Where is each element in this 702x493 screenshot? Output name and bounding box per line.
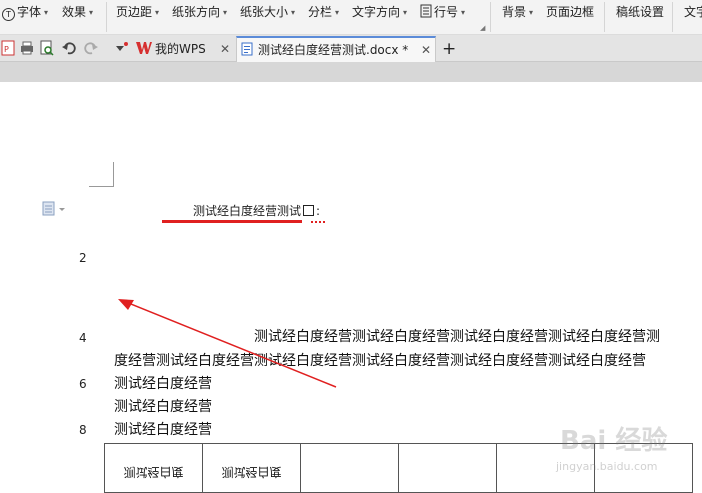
background-button[interactable]: 背景 ▾ [502,3,533,21]
tab-bar: P 我的WPS ✕ 测试经白度经营测试.docx * ✕ + [0,35,702,62]
manuscript-settings-button[interactable]: 稿纸设置 [616,3,664,21]
columns-button[interactable]: 分栏 ▾ [308,3,339,21]
customize-toolbar-icon[interactable] [112,39,130,57]
ribbon-separator [604,2,605,32]
paper-size-button[interactable]: 纸张大小 ▾ [240,3,295,21]
dialog-launcher-icon[interactable]: ◢ [480,24,485,32]
svg-text:P: P [4,45,9,54]
page-border-button[interactable]: 页面边框 [546,3,594,21]
export-pdf-icon[interactable]: P [0,39,18,57]
ribbon: T 字体 ▾ 效果 ▾ 页边距 ▾ 纸张方向 ▾ 纸张大小 ▾ 分栏 ▾ 文字方向 ▾ 行号 ▾ … [0,0,702,35]
print-icon[interactable] [18,39,36,57]
tab-my-wps[interactable]: 我的WPS ✕ [136,37,232,61]
document-icon [241,42,253,56]
print-preview-icon[interactable] [38,39,56,57]
new-tab-button[interactable]: + [442,37,456,61]
close-tab-icon[interactable]: ✕ [220,37,230,61]
undo-icon[interactable] [60,39,78,57]
font-icon: T [2,8,15,21]
ribbon-separator [672,2,673,32]
line-numbers-button[interactable]: 行号 ▾ [420,3,465,21]
text-direction-button[interactable]: 文字方向 ▾ [352,3,407,21]
baidu-watermark-title: Bai 经验 [560,426,668,456]
orientation-button[interactable]: 纸张方向 ▾ [172,3,227,21]
wps-logo-icon [136,42,152,54]
font-button[interactable]: T 字体 ▾ [2,3,48,21]
tab-document[interactable]: 测试经白度经营测试.docx * ✕ [236,36,436,62]
ribbon-separator [106,2,107,32]
redo-icon[interactable] [82,39,100,57]
close-tab-icon[interactable]: ✕ [421,38,431,62]
line-numbers-icon [420,4,432,18]
ribbon-separator [490,2,491,32]
ruler-strip [0,62,702,82]
baidu-watermark-url: jingyan.baidu.com [556,460,658,473]
text-button[interactable]: 文字 [684,3,702,21]
margins-button[interactable]: 页边距 ▾ [116,3,159,21]
effects-button[interactable]: 效果 ▾ [62,3,93,21]
